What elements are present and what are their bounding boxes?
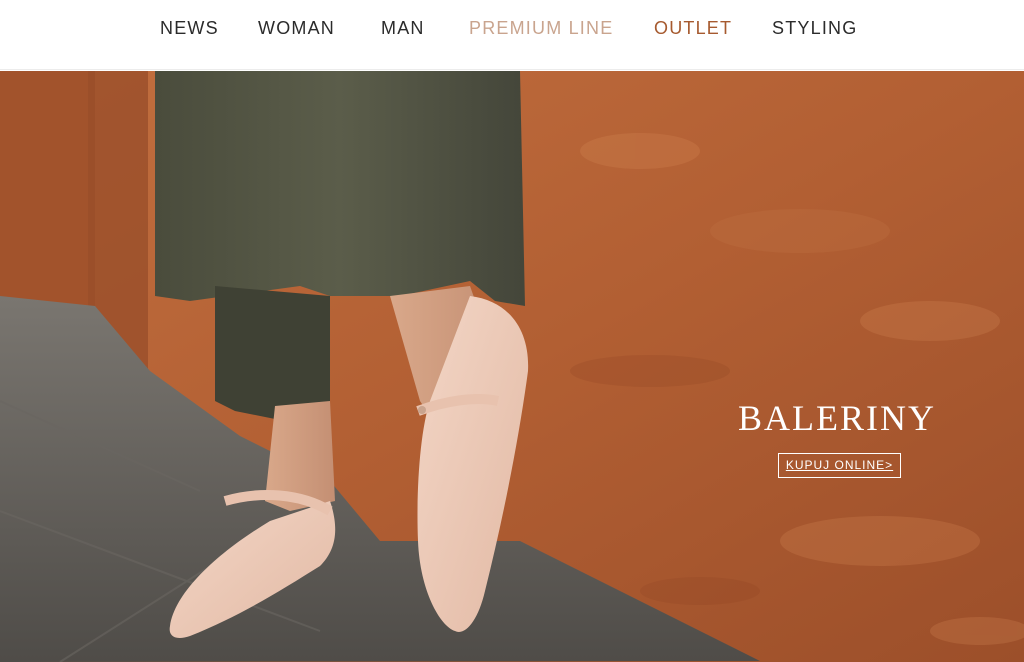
nav-item-premium-line[interactable]: PREMIUM LINE bbox=[469, 16, 613, 40]
nav-item-man[interactable]: MAN bbox=[381, 16, 425, 40]
nav-link-styling[interactable]: STYLING bbox=[772, 16, 857, 40]
nav-item-styling[interactable]: STYLING bbox=[772, 16, 857, 40]
main-menu: NEWS WOMAN MAN PREMIUM LINE OUTLET STYLI… bbox=[0, 0, 1024, 56]
nav-link-premium-line[interactable]: PREMIUM LINE bbox=[469, 16, 613, 40]
left-wall-panel bbox=[0, 71, 95, 306]
nav-link-man[interactable]: MAN bbox=[381, 16, 425, 40]
nav-item-woman[interactable]: WOMAN bbox=[258, 16, 335, 40]
shop-online-button[interactable]: KUPUJ ONLINE> bbox=[778, 453, 901, 478]
top-navigation: NEWS WOMAN MAN PREMIUM LINE OUTLET STYLI… bbox=[0, 0, 1024, 70]
green-trousers bbox=[155, 71, 525, 306]
nav-item-news[interactable]: NEWS bbox=[160, 16, 219, 40]
trouser-leg-back bbox=[215, 286, 330, 421]
hero-title: BALERINY bbox=[738, 398, 936, 438]
hero-photo bbox=[0, 71, 1024, 662]
nav-link-woman[interactable]: WOMAN bbox=[258, 16, 335, 40]
hero-banner[interactable]: BALERINY KUPUJ ONLINE> bbox=[0, 71, 1024, 662]
strap-buckle bbox=[418, 406, 426, 414]
nav-link-news[interactable]: NEWS bbox=[160, 16, 219, 40]
nav-link-outlet[interactable]: OUTLET bbox=[654, 16, 732, 40]
nav-item-outlet[interactable]: OUTLET bbox=[654, 16, 732, 40]
